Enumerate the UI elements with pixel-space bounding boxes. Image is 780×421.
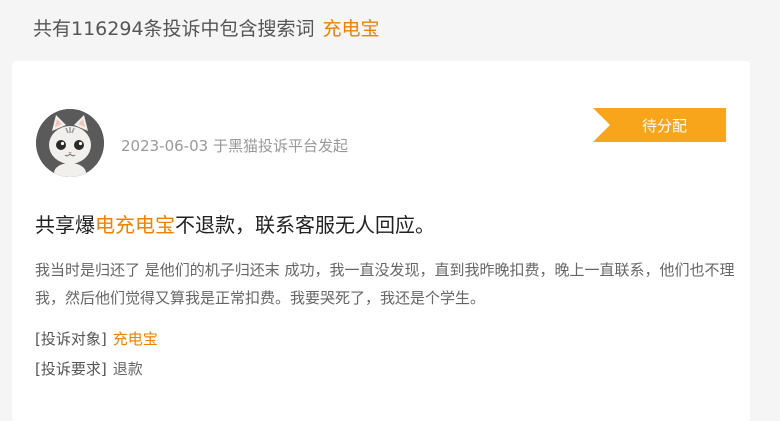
title-highlight: 电充电宝 <box>95 213 175 237</box>
request-value: 退款 <box>112 360 143 378</box>
search-keyword: 充电宝 <box>322 18 380 40</box>
complaint-body: 我当时是归还了 是他们的机子归还末 成功，我一直没发现，直到我昨晚扣费，晚上一直… <box>35 261 735 307</box>
complaint-card[interactable]: 2023-06-03 于黑猫投诉平台发起 待分配 共享爆电充电宝不退款，联系客服… <box>12 61 750 421</box>
request-label: [投诉要求] <box>35 360 107 378</box>
complaint-title[interactable]: 共享爆电充电宝不退款，联系客服无人回应。 <box>35 209 435 238</box>
complaint-request: [投诉要求] 退款 <box>35 358 143 379</box>
complaint-meta: 2023-06-03 于黑猫投诉平台发起 <box>121 137 348 155</box>
title-prefix: 共享爆 <box>35 213 95 237</box>
target-link[interactable]: 充电宝 <box>113 330 158 348</box>
cat-avatar-icon[interactable] <box>36 109 104 177</box>
title-suffix: 不退款，联系客服无人回应。 <box>175 213 435 237</box>
target-label: [投诉对象] <box>35 330 107 348</box>
status-badge: 待分配 <box>593 108 726 142</box>
search-result-header: 共有116294条投诉中包含搜索词 充电宝 <box>33 14 380 41</box>
complaint-target: [投诉对象] 充电宝 <box>35 328 158 349</box>
result-count-text: 共有116294条投诉中包含搜索词 <box>33 18 315 40</box>
